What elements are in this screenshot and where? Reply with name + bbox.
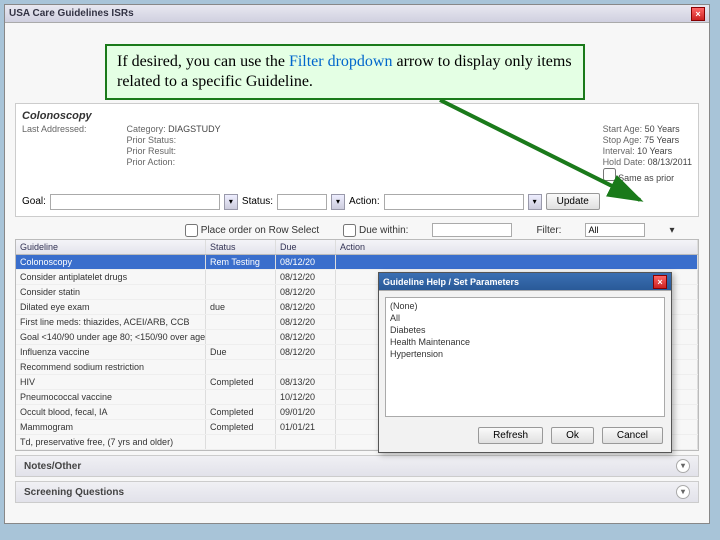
- cancel-button[interactable]: Cancel: [602, 427, 663, 444]
- expand-icon[interactable]: ▾: [676, 459, 690, 473]
- popup-close-icon[interactable]: ×: [653, 275, 667, 289]
- window-title: USA Care Guidelines ISRs: [9, 8, 134, 19]
- table-row[interactable]: ColonoscopyRem Testing08/12/20: [16, 255, 698, 270]
- arrow-annotation: [430, 100, 670, 220]
- filter-option[interactable]: (None): [388, 300, 662, 312]
- filter-listbox[interactable]: (None)AllDiabetesHealth MaintenanceHyper…: [385, 297, 665, 417]
- expand-icon[interactable]: ▾: [676, 485, 690, 499]
- goal-input[interactable]: [50, 194, 220, 210]
- status-dropdown-icon[interactable]: ▾: [331, 194, 345, 210]
- filter-option[interactable]: All: [388, 312, 662, 324]
- popup-titlebar: Guideline Help / Set Parameters ×: [379, 273, 671, 291]
- table-header: Guideline Status Due Action: [16, 240, 698, 255]
- due-within-checkbox[interactable]: [343, 224, 356, 237]
- filter-input[interactable]: [585, 223, 645, 237]
- place-order-checkbox[interactable]: [185, 224, 198, 237]
- prior-result-label: Prior Result:: [127, 146, 221, 156]
- titlebar: USA Care Guidelines ISRs ×: [5, 5, 709, 23]
- last-addressed-label: Last Addressed:: [22, 124, 87, 134]
- filter-popup: Guideline Help / Set Parameters × (None)…: [378, 272, 672, 453]
- close-icon[interactable]: ×: [691, 7, 705, 21]
- prior-status-label: Prior Status:: [127, 135, 221, 145]
- filter-option[interactable]: Diabetes: [388, 324, 662, 336]
- refresh-button[interactable]: Refresh: [478, 427, 543, 444]
- ok-button[interactable]: Ok: [551, 427, 594, 444]
- instruction-callout: If desired, you can use the Filter dropd…: [105, 44, 585, 100]
- popup-title: Guideline Help / Set Parameters: [383, 277, 519, 287]
- goal-dropdown-icon[interactable]: ▾: [224, 194, 238, 210]
- screening-accordion[interactable]: Screening Questions ▾: [15, 481, 699, 503]
- filter-dropdown-icon[interactable]: ▾: [669, 225, 674, 236]
- filter-option[interactable]: Hypertension: [388, 348, 662, 360]
- options-row: Place order on Row Select Due within: Fi…: [185, 223, 699, 237]
- filter-option[interactable]: Health Maintenance: [388, 336, 662, 348]
- due-within-input[interactable]: [432, 223, 512, 237]
- callout-accent: Filter dropdown: [289, 53, 393, 70]
- status-input[interactable]: [277, 194, 327, 210]
- notes-accordion[interactable]: Notes/Other ▾: [15, 455, 699, 477]
- category-value: DIAGSTUDY: [168, 124, 221, 134]
- prior-action-label: Prior Action:: [127, 157, 221, 167]
